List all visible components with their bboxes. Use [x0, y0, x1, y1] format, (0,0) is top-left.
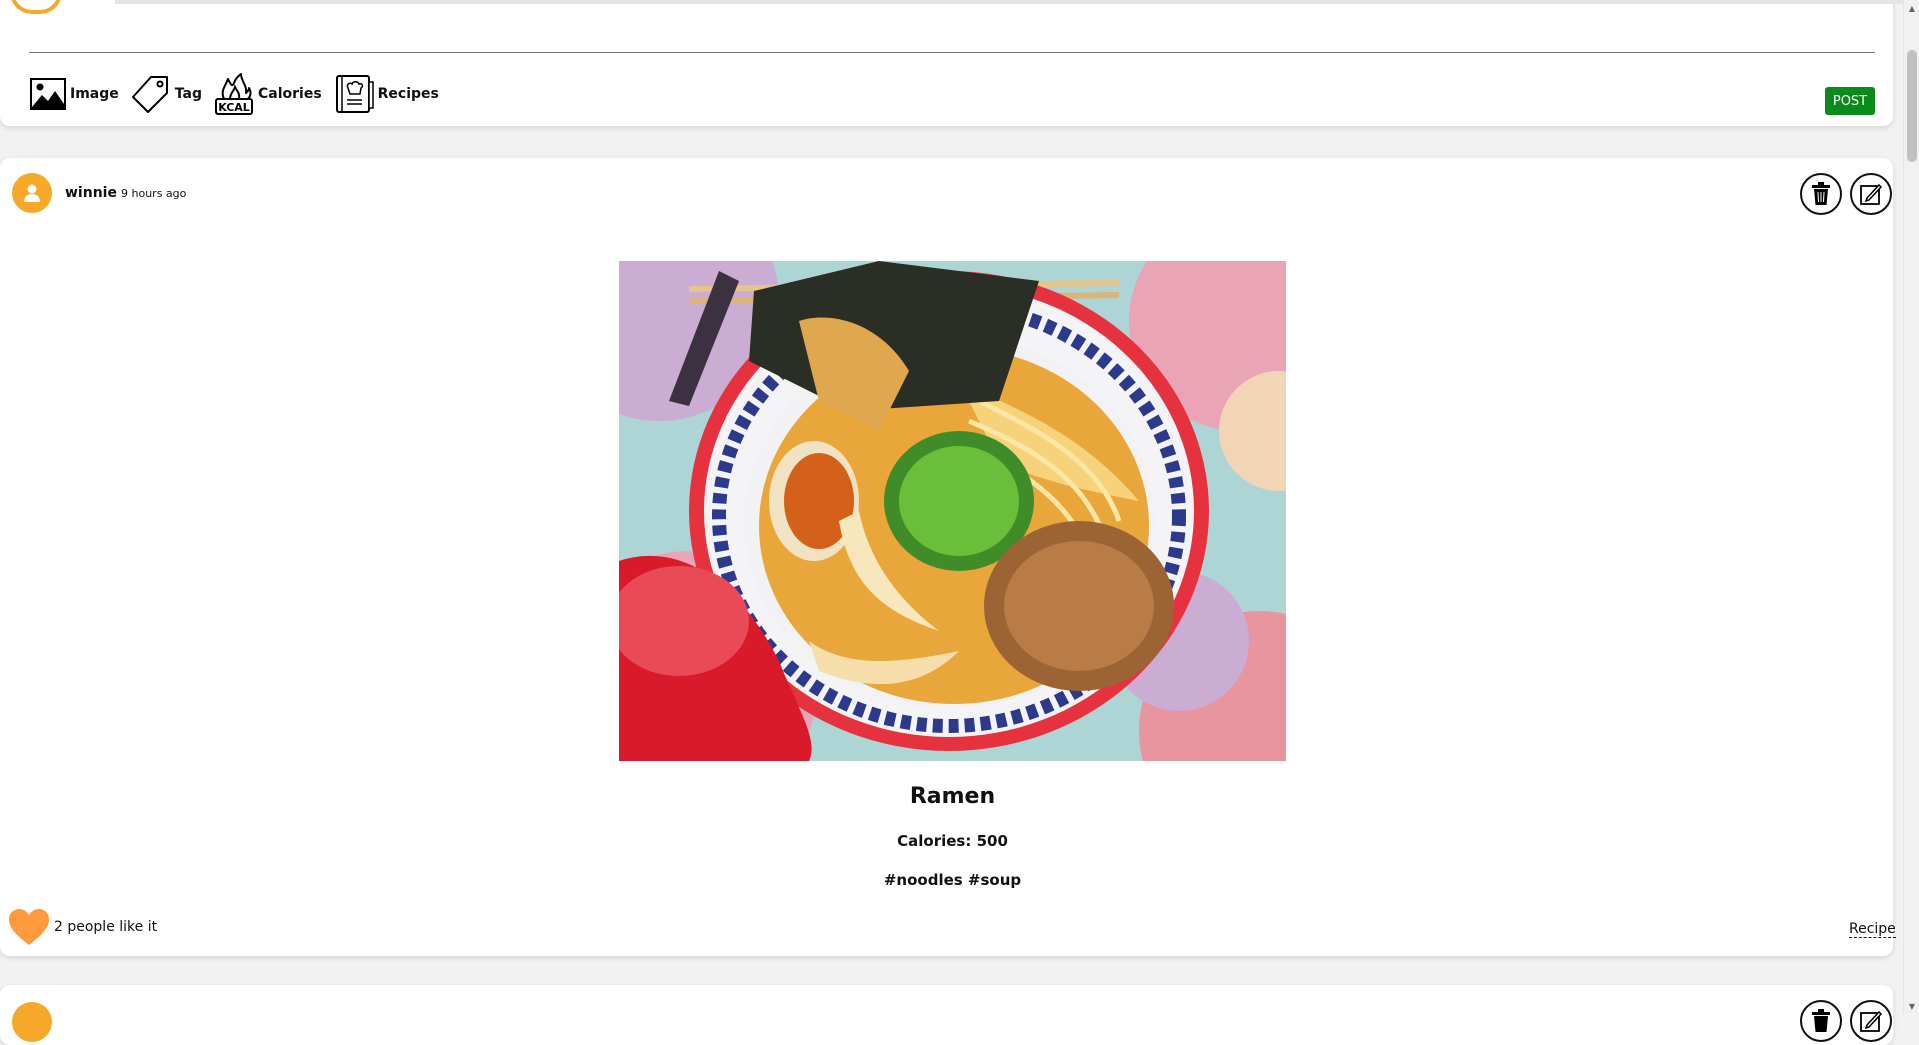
- scroll-up-arrow-icon[interactable]: ▲: [1904, 0, 1919, 16]
- post-tags[interactable]: #noodles #soup: [0, 871, 1905, 889]
- add-recipe-button[interactable]: Recipes: [334, 74, 439, 114]
- page-scrollbar[interactable]: ▲ ▼: [1903, 0, 1919, 1014]
- edit-icon: [1860, 1010, 1883, 1032]
- tag-icon: [131, 76, 168, 113]
- avatar[interactable]: [12, 173, 52, 213]
- trash-icon: [1812, 1009, 1830, 1032]
- divider: [29, 52, 1875, 53]
- post-username[interactable]: winnie: [65, 185, 117, 201]
- post-card: winnie 9 hours ago Ramen Calories: 500 #…: [0, 158, 1896, 956]
- scroll-down-arrow-icon[interactable]: ▼: [1904, 998, 1919, 1014]
- calories-label: Calories: [257, 86, 322, 102]
- add-calories-button[interactable]: KCAL Calories: [214, 73, 322, 115]
- post-composer: Image Tag KCAL Calories Recipes POST: [0, 0, 1905, 126]
- kcal-fire-icon: KCAL: [214, 73, 253, 115]
- add-image-button[interactable]: Image: [30, 78, 119, 110]
- like-section: 2 people like it: [8, 908, 157, 946]
- post-title: Ramen: [909, 784, 996, 809]
- recipe-link[interactable]: Recipe: [1849, 921, 1896, 938]
- avatar: [10, 0, 62, 14]
- heart-icon[interactable]: [8, 908, 50, 946]
- ramen-photo: [619, 261, 1286, 761]
- composer-toolbar: Image Tag KCAL Calories Recipes: [30, 73, 443, 115]
- recipes-label: Recipes: [377, 86, 439, 102]
- feed-page: Image Tag KCAL Calories Recipes POST win…: [0, 0, 1905, 1045]
- composer-input-edge[interactable]: [115, 0, 1905, 4]
- image-label: Image: [70, 86, 119, 102]
- image-icon: [30, 78, 66, 110]
- svg-text:KCAL: KCAL: [218, 101, 250, 114]
- post-calories: Calories: 500: [897, 832, 1008, 850]
- post-timestamp: 9 hours ago: [121, 187, 187, 200]
- edit-post-button[interactable]: [1850, 173, 1892, 215]
- delete-post-button[interactable]: [1800, 173, 1842, 215]
- trash-icon: [1812, 182, 1830, 205]
- edit-icon: [1860, 183, 1883, 205]
- edit-post-button[interactable]: [1850, 1000, 1892, 1042]
- post-card: [0, 985, 1893, 1045]
- user-icon: [24, 184, 40, 202]
- delete-post-button[interactable]: [1800, 1000, 1842, 1042]
- tag-label: Tag: [174, 86, 202, 102]
- avatar[interactable]: [12, 1002, 52, 1042]
- like-count-text: 2 people like it: [54, 919, 158, 935]
- post-button[interactable]: POST: [1825, 87, 1875, 115]
- add-tag-button[interactable]: Tag: [131, 74, 202, 114]
- scrollbar-thumb[interactable]: [1907, 50, 1917, 162]
- recipe-book-icon: [335, 75, 374, 113]
